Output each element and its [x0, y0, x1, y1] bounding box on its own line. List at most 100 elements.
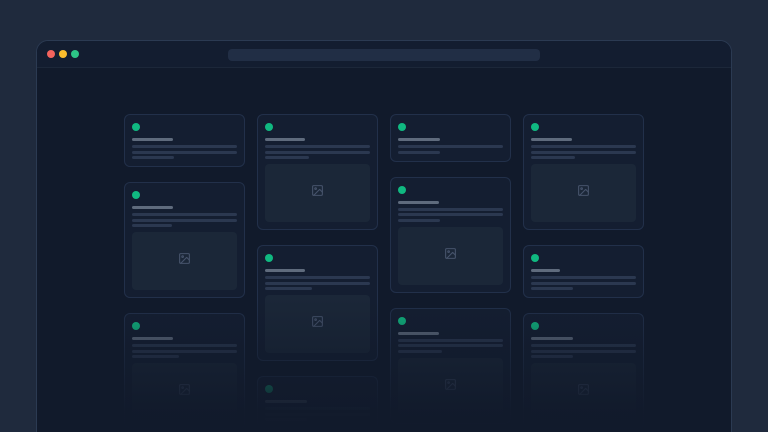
board-column-4 [523, 114, 644, 432]
image-icon [178, 252, 191, 270]
minimize-button[interactable] [59, 50, 67, 58]
skeleton-line [398, 208, 503, 211]
skeleton-line [398, 151, 440, 154]
image-placeholder [531, 363, 636, 421]
board-column-1 [124, 114, 245, 432]
status-dot [398, 317, 406, 325]
image-icon [577, 184, 590, 202]
skeleton-line [531, 156, 575, 159]
skeleton-line [531, 355, 573, 358]
image-placeholder [132, 232, 237, 290]
image-icon [311, 315, 324, 333]
browser-window [36, 40, 732, 432]
skeleton-line [531, 276, 636, 279]
status-dot [398, 123, 406, 131]
feed-card[interactable] [257, 376, 378, 429]
status-dot [398, 186, 406, 194]
image-placeholder [265, 164, 370, 222]
skeleton-title [265, 269, 305, 272]
skeleton-line [132, 344, 237, 347]
browser-titlebar [37, 41, 731, 68]
image-icon [311, 184, 324, 202]
skeleton-title [398, 332, 439, 335]
status-dot [265, 254, 273, 262]
skeleton-title [132, 206, 173, 209]
skeleton-title [398, 138, 440, 141]
feed-card[interactable] [124, 182, 245, 298]
skeleton-line [265, 287, 312, 290]
status-dot [265, 385, 273, 393]
image-icon [178, 383, 191, 401]
image-placeholder [531, 164, 636, 222]
zoom-button[interactable] [71, 50, 79, 58]
skeleton-line [265, 145, 370, 148]
close-button[interactable] [47, 50, 55, 58]
feed-card[interactable] [523, 245, 644, 298]
image-icon [444, 378, 457, 396]
skeleton-line [132, 151, 237, 154]
skeleton-title [398, 201, 439, 204]
status-dot [132, 123, 140, 131]
feed-card[interactable] [390, 177, 511, 293]
skeleton-title [531, 269, 560, 272]
feed-card[interactable] [124, 114, 245, 167]
status-dot [132, 322, 140, 330]
status-dot [132, 191, 140, 199]
address-bar[interactable] [228, 49, 540, 61]
skeleton-line [132, 145, 237, 148]
skeleton-line [132, 156, 174, 159]
skeleton-line [531, 145, 636, 148]
status-dot [531, 123, 539, 131]
skeleton-title [132, 138, 173, 141]
skeleton-line [398, 350, 442, 353]
image-placeholder [398, 227, 503, 285]
feed-card[interactable] [257, 245, 378, 361]
skeleton-line [531, 350, 636, 353]
skeleton-line [398, 344, 503, 347]
card-grid [37, 68, 731, 432]
skeleton-line [531, 282, 636, 285]
feed-card[interactable] [257, 114, 378, 230]
skeleton-line [132, 213, 237, 216]
skeleton-line [265, 282, 370, 285]
feed-card[interactable] [390, 308, 511, 424]
skeleton-line [398, 213, 503, 216]
image-placeholder [398, 358, 503, 416]
skeleton-line [132, 219, 237, 222]
skeleton-title [531, 138, 572, 141]
skeleton-line [132, 224, 172, 227]
skeleton-line [531, 344, 636, 347]
feed-card[interactable] [523, 313, 644, 429]
image-icon [577, 383, 590, 401]
skeleton-line [531, 287, 573, 290]
status-dot [531, 254, 539, 262]
skeleton-line [265, 156, 309, 159]
skeleton-line [398, 219, 440, 222]
browser-viewport [37, 68, 731, 432]
feed-card[interactable] [523, 114, 644, 230]
window-controls [47, 50, 79, 58]
skeleton-line [531, 151, 636, 154]
status-dot [531, 322, 539, 330]
feed-card[interactable] [124, 313, 245, 429]
board-column-3 [390, 114, 511, 432]
skeleton-title [265, 138, 305, 141]
skeleton-title [265, 400, 307, 403]
skeleton-title [531, 337, 573, 340]
board-column-2 [257, 114, 378, 432]
image-placeholder [132, 363, 237, 421]
skeleton-title [132, 337, 173, 340]
skeleton-line [265, 276, 370, 279]
skeleton-line [132, 355, 179, 358]
skeleton-line [398, 145, 503, 148]
skeleton-line [265, 151, 370, 154]
skeleton-line [132, 350, 237, 353]
skeleton-line [398, 339, 503, 342]
feed-card[interactable] [390, 114, 511, 162]
status-dot [265, 123, 273, 131]
skeleton-line [265, 407, 370, 410]
image-placeholder [265, 295, 370, 353]
image-icon [444, 247, 457, 265]
skeleton-line [265, 413, 370, 416]
skeleton-line [265, 418, 307, 421]
